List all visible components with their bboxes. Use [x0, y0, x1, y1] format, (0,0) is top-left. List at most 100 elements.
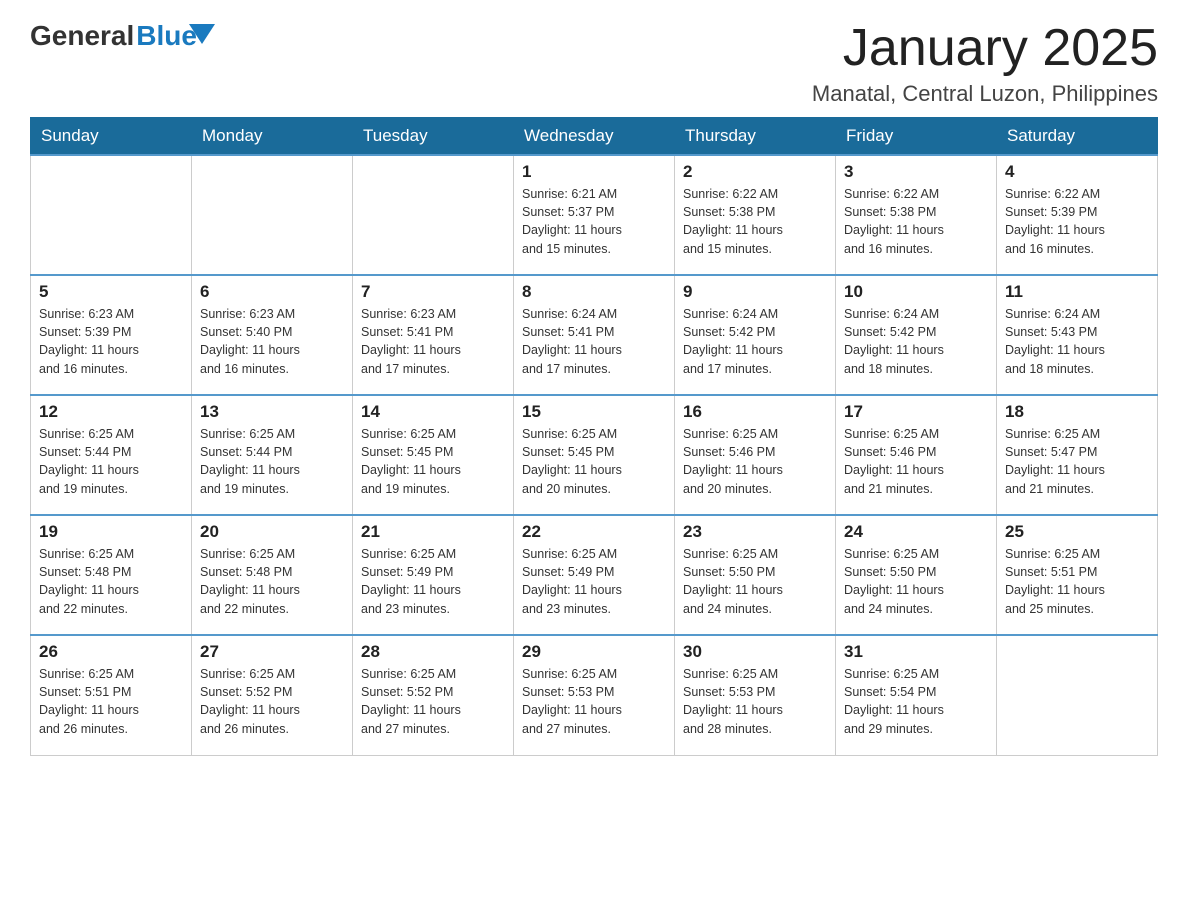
weekday-header-sunday: Sunday	[31, 118, 192, 156]
day-number: 20	[200, 522, 344, 542]
calendar-cell: 9 Sunrise: 6:24 AM Sunset: 5:42 PM Daylig…	[675, 275, 836, 395]
day-info: Sunrise: 6:25 AM Sunset: 5:49 PM Dayligh…	[522, 545, 666, 618]
calendar-cell: 3 Sunrise: 6:22 AM Sunset: 5:38 PM Daylig…	[836, 155, 997, 275]
day-info: Sunrise: 6:25 AM Sunset: 5:45 PM Dayligh…	[361, 425, 505, 498]
day-number: 10	[844, 282, 988, 302]
calendar-cell: 11 Sunrise: 6:24 AM Sunset: 5:43 PM Dayli…	[997, 275, 1158, 395]
calendar-cell: 10 Sunrise: 6:24 AM Sunset: 5:42 PM Dayli…	[836, 275, 997, 395]
day-number: 8	[522, 282, 666, 302]
day-info: Sunrise: 6:25 AM Sunset: 5:53 PM Dayligh…	[683, 665, 827, 738]
day-number: 27	[200, 642, 344, 662]
day-number: 21	[361, 522, 505, 542]
week-row: 26 Sunrise: 6:25 AM Sunset: 5:51 PM Dayli…	[31, 635, 1158, 755]
calendar-cell	[31, 155, 192, 275]
calendar-cell: 25 Sunrise: 6:25 AM Sunset: 5:51 PM Dayli…	[997, 515, 1158, 635]
week-row: 12Sunrise: 6:25 AM Sunset: 5:44 PM Dayli…	[31, 395, 1158, 515]
day-number: 6	[200, 282, 344, 302]
logo: General Blue	[30, 20, 197, 52]
title-area: January 2025 Manatal, Central Luzon, Phi…	[812, 20, 1158, 107]
calendar-cell: 27 Sunrise: 6:25 AM Sunset: 5:52 PM Dayli…	[192, 635, 353, 755]
calendar-cell: 29 Sunrise: 6:25 AM Sunset: 5:53 PM Dayli…	[514, 635, 675, 755]
day-number: 4	[1005, 162, 1149, 182]
calendar-table: SundayMondayTuesdayWednesdayThursdayFrid…	[30, 117, 1158, 756]
day-info: Sunrise: 6:25 AM Sunset: 5:44 PM Dayligh…	[200, 425, 344, 498]
calendar-cell: 23 Sunrise: 6:25 AM Sunset: 5:50 PM Dayli…	[675, 515, 836, 635]
day-info: Sunrise: 6:25 AM Sunset: 5:52 PM Dayligh…	[200, 665, 344, 738]
day-number: 17	[844, 402, 988, 422]
day-info: Sunrise: 6:24 AM Sunset: 5:42 PM Dayligh…	[683, 305, 827, 378]
calendar-cell: 13 Sunrise: 6:25 AM Sunset: 5:44 PM Dayli…	[192, 395, 353, 515]
day-info: Sunrise: 6:24 AM Sunset: 5:41 PM Dayligh…	[522, 305, 666, 378]
day-number: 18	[1005, 402, 1149, 422]
calendar-cell: 17 Sunrise: 6:25 AM Sunset: 5:46 PM Dayli…	[836, 395, 997, 515]
day-info: Sunrise: 6:25 AM Sunset: 5:51 PM Dayligh…	[39, 665, 183, 738]
logo-blue: Blue	[136, 20, 197, 51]
day-number: 23	[683, 522, 827, 542]
calendar-cell	[353, 155, 514, 275]
day-info: Sunrise: 6:25 AM Sunset: 5:48 PM Dayligh…	[200, 545, 344, 618]
day-number: 1	[522, 162, 666, 182]
weekday-header-monday: Monday	[192, 118, 353, 156]
day-info: Sunrise: 6:25 AM Sunset: 5:50 PM Dayligh…	[683, 545, 827, 618]
day-info: Sunrise: 6:25 AM Sunset: 5:48 PM Dayligh…	[39, 545, 183, 618]
day-info: Sunrise: 6:24 AM Sunset: 5:42 PM Dayligh…	[844, 305, 988, 378]
calendar-cell: 31 Sunrise: 6:25 AM Sunset: 5:54 PM Dayli…	[836, 635, 997, 755]
week-row: 19 Sunrise: 6:25 AM Sunset: 5:48 PM Dayli…	[31, 515, 1158, 635]
day-info: Sunrise: 6:24 AM Sunset: 5:43 PM Dayligh…	[1005, 305, 1149, 378]
day-info: Sunrise: 6:22 AM Sunset: 5:38 PM Dayligh…	[683, 185, 827, 258]
day-info: Sunrise: 6:25 AM Sunset: 5:53 PM Dayligh…	[522, 665, 666, 738]
calendar-cell: 21 Sunrise: 6:25 AM Sunset: 5:49 PM Dayli…	[353, 515, 514, 635]
weekday-header-thursday: Thursday	[675, 118, 836, 156]
day-number: 16	[683, 402, 827, 422]
day-number: 3	[844, 162, 988, 182]
calendar-cell: 22 Sunrise: 6:25 AM Sunset: 5:49 PM Dayli…	[514, 515, 675, 635]
calendar-cell: 6Sunrise: 6:23 AM Sunset: 5:40 PM Daylig…	[192, 275, 353, 395]
day-number: 26	[39, 642, 183, 662]
day-number: 24	[844, 522, 988, 542]
calendar-cell: 12Sunrise: 6:25 AM Sunset: 5:44 PM Dayli…	[31, 395, 192, 515]
day-number: 31	[844, 642, 988, 662]
location-subtitle: Manatal, Central Luzon, Philippines	[812, 81, 1158, 107]
calendar-cell: 2Sunrise: 6:22 AM Sunset: 5:38 PM Daylig…	[675, 155, 836, 275]
calendar-cell: 8 Sunrise: 6:24 AM Sunset: 5:41 PM Daylig…	[514, 275, 675, 395]
weekday-header-row: SundayMondayTuesdayWednesdayThursdayFrid…	[31, 118, 1158, 156]
day-info: Sunrise: 6:23 AM Sunset: 5:41 PM Dayligh…	[361, 305, 505, 378]
calendar-cell: 5 Sunrise: 6:23 AM Sunset: 5:39 PM Daylig…	[31, 275, 192, 395]
calendar-cell	[997, 635, 1158, 755]
calendar-cell: 18 Sunrise: 6:25 AM Sunset: 5:47 PM Dayli…	[997, 395, 1158, 515]
day-info: Sunrise: 6:25 AM Sunset: 5:46 PM Dayligh…	[683, 425, 827, 498]
logo-general: General	[30, 20, 134, 52]
day-number: 14	[361, 402, 505, 422]
day-info: Sunrise: 6:23 AM Sunset: 5:39 PM Dayligh…	[39, 305, 183, 378]
day-info: Sunrise: 6:25 AM Sunset: 5:51 PM Dayligh…	[1005, 545, 1149, 618]
day-number: 22	[522, 522, 666, 542]
weekday-header-tuesday: Tuesday	[353, 118, 514, 156]
calendar-cell: 30Sunrise: 6:25 AM Sunset: 5:53 PM Dayli…	[675, 635, 836, 755]
day-number: 29	[522, 642, 666, 662]
calendar-cell: 14 Sunrise: 6:25 AM Sunset: 5:45 PM Dayli…	[353, 395, 514, 515]
day-info: Sunrise: 6:22 AM Sunset: 5:38 PM Dayligh…	[844, 185, 988, 258]
day-info: Sunrise: 6:25 AM Sunset: 5:49 PM Dayligh…	[361, 545, 505, 618]
calendar-cell: 28Sunrise: 6:25 AM Sunset: 5:52 PM Dayli…	[353, 635, 514, 755]
day-number: 7	[361, 282, 505, 302]
day-number: 13	[200, 402, 344, 422]
calendar-cell: 20 Sunrise: 6:25 AM Sunset: 5:48 PM Dayli…	[192, 515, 353, 635]
day-info: Sunrise: 6:25 AM Sunset: 5:54 PM Dayligh…	[844, 665, 988, 738]
page-header: General Blue January 2025 Manatal, Centr…	[30, 20, 1158, 107]
day-number: 9	[683, 282, 827, 302]
calendar-cell: 24 Sunrise: 6:25 AM Sunset: 5:50 PM Dayli…	[836, 515, 997, 635]
day-number: 15	[522, 402, 666, 422]
day-number: 5	[39, 282, 183, 302]
day-number: 19	[39, 522, 183, 542]
calendar-cell: 19 Sunrise: 6:25 AM Sunset: 5:48 PM Dayli…	[31, 515, 192, 635]
day-number: 11	[1005, 282, 1149, 302]
day-info: Sunrise: 6:25 AM Sunset: 5:46 PM Dayligh…	[844, 425, 988, 498]
day-number: 28	[361, 642, 505, 662]
day-info: Sunrise: 6:25 AM Sunset: 5:50 PM Dayligh…	[844, 545, 988, 618]
day-info: Sunrise: 6:22 AM Sunset: 5:39 PM Dayligh…	[1005, 185, 1149, 258]
day-info: Sunrise: 6:25 AM Sunset: 5:47 PM Dayligh…	[1005, 425, 1149, 498]
day-number: 25	[1005, 522, 1149, 542]
month-title: January 2025	[812, 20, 1158, 77]
week-row: 5 Sunrise: 6:23 AM Sunset: 5:39 PM Daylig…	[31, 275, 1158, 395]
weekday-header-friday: Friday	[836, 118, 997, 156]
